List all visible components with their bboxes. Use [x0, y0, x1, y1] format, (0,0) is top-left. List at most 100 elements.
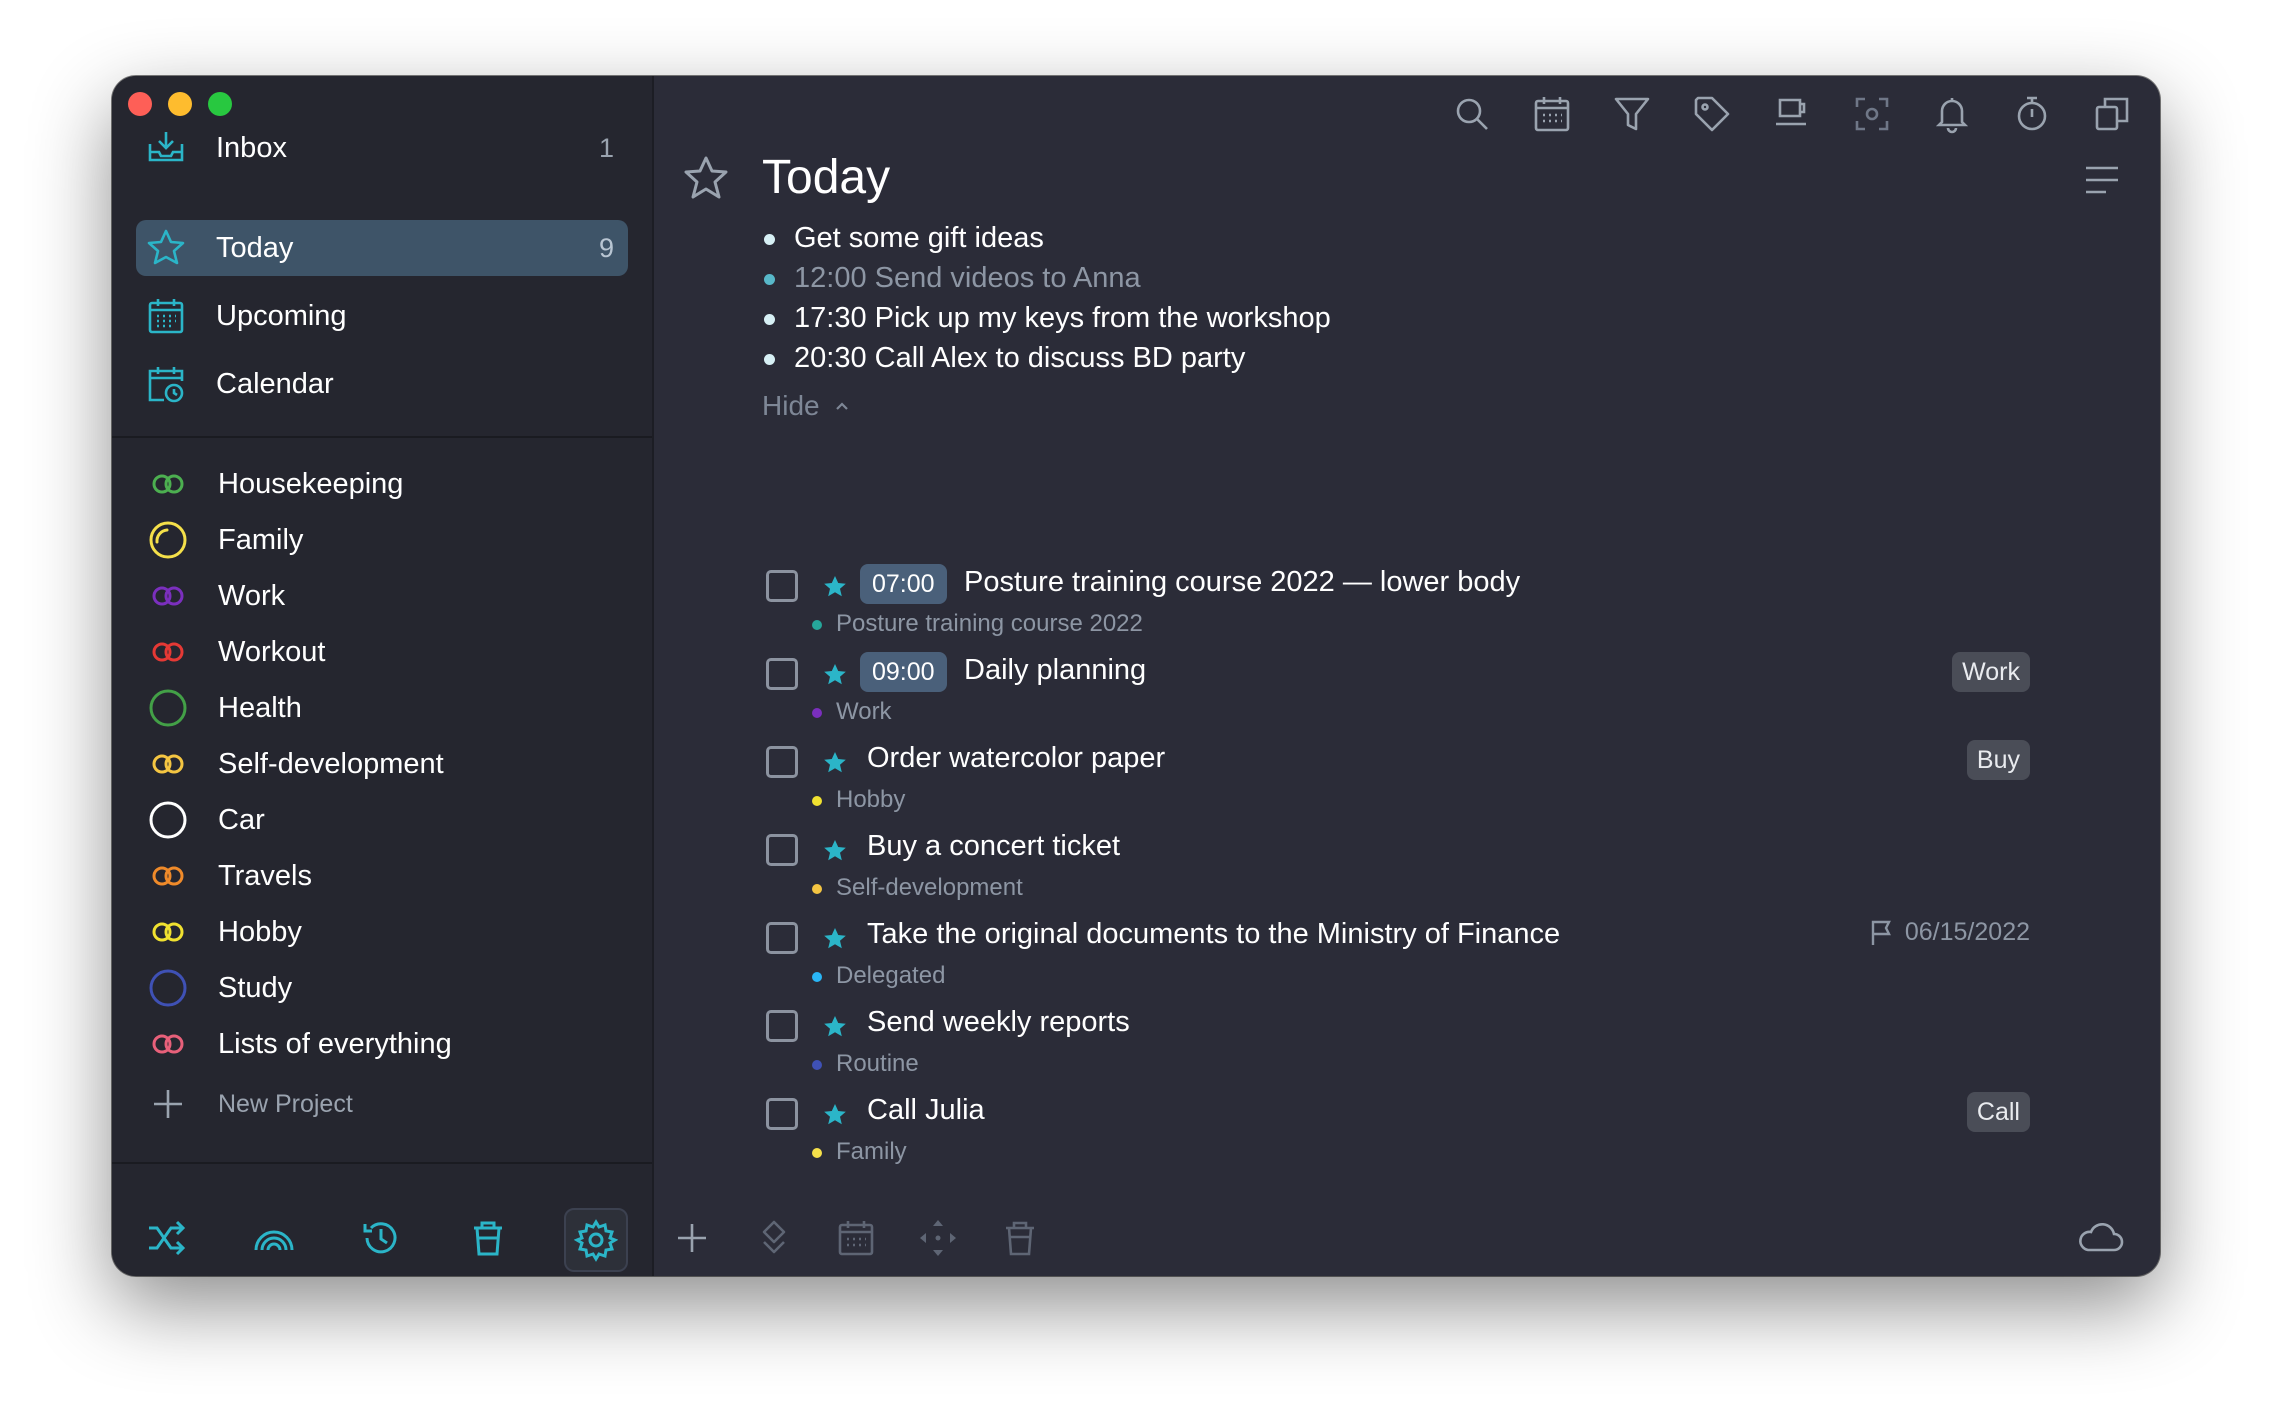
project-circle-icon — [149, 521, 187, 559]
copy-button[interactable] — [2088, 90, 2136, 138]
star-icon[interactable] — [822, 750, 848, 776]
search-icon — [1456, 98, 1488, 130]
cloud-sync-button[interactable] — [2072, 1214, 2128, 1262]
project-rings-icon — [152, 586, 184, 606]
star-icon[interactable] — [822, 662, 848, 688]
bell-icon — [1935, 98, 1969, 134]
due-date-text: 06/15/2022 — [1904, 918, 2030, 946]
project-item[interactable]: Hobby — [148, 908, 302, 956]
close-window-button[interactable] — [128, 92, 152, 116]
sidebar-item-today[interactable]: Today 9 — [136, 220, 628, 276]
project-label: Housekeeping — [218, 467, 404, 500]
add-task-button[interactable] — [668, 1214, 716, 1262]
task-list: 07:00 Posture training course 2022 — lowe… — [654, 476, 2160, 1166]
project-item[interactable]: Lists of everything — [148, 1020, 452, 1068]
project-item[interactable]: Travels — [148, 852, 312, 900]
task-tag[interactable]: Work — [1952, 652, 2030, 692]
sidebar-item-inbox[interactable]: Inbox 1 — [136, 120, 628, 176]
task-title: Posture training course 2022 — lower bod… — [964, 566, 1521, 598]
project-item[interactable]: Family — [148, 516, 303, 564]
star-icon[interactable] — [822, 1014, 848, 1040]
summary-item[interactable]: 20:30 Call Alex to discuss BD party — [764, 340, 1245, 376]
task-project-label: Hobby — [836, 786, 906, 813]
task-tag[interactable]: Call — [1966, 1092, 2030, 1132]
task-project-label: Work — [836, 698, 892, 725]
summary-item[interactable]: 17:30 Pick up my keys from the workshop — [764, 300, 1331, 336]
focus-button[interactable] — [1848, 90, 1896, 138]
project-label: Self-development — [218, 747, 444, 780]
time-badge: 09:00 — [860, 652, 947, 692]
history-button[interactable] — [353, 1210, 409, 1266]
calendar-clock-icon — [148, 367, 184, 403]
star-icon — [147, 229, 185, 265]
task-checkbox[interactable] — [766, 834, 798, 866]
tag-icon — [1694, 96, 1730, 132]
coffee-button[interactable] — [1768, 90, 1816, 138]
schedule-button[interactable] — [832, 1214, 880, 1262]
main-panel: Today Get some gift ideas 12:00 Send vide… — [654, 76, 2160, 1276]
zoom-window-button[interactable] — [208, 92, 232, 116]
calendar-button[interactable] — [1528, 90, 1576, 138]
project-circle-icon — [149, 801, 187, 839]
move-button[interactable] — [750, 1214, 798, 1262]
task-row[interactable]: Take the original documents to the Minis… — [654, 918, 2160, 1010]
star-icon[interactable] — [822, 926, 848, 952]
hide-summary-button[interactable]: Hide — [762, 390, 850, 422]
project-rings-icon — [152, 866, 184, 886]
task-tag[interactable]: Buy — [1966, 740, 2030, 780]
project-item[interactable]: Self-development — [148, 740, 444, 788]
project-item[interactable]: Health — [148, 684, 302, 732]
project-label: Travels — [218, 859, 312, 892]
menu-icon[interactable] — [2082, 160, 2122, 200]
task-checkbox[interactable] — [766, 1098, 798, 1130]
cloud-sync-icon — [2079, 1222, 2124, 1252]
bullet-dot — [764, 314, 775, 325]
minimize-window-button[interactable] — [168, 92, 192, 116]
tag-button[interactable] — [1688, 90, 1736, 138]
task-checkbox[interactable] — [766, 570, 798, 602]
time-badge: 07:00 — [860, 564, 947, 604]
task-checkbox[interactable] — [766, 922, 798, 954]
drag-button[interactable] — [914, 1214, 962, 1262]
notifications-button[interactable] — [1928, 90, 1976, 138]
summary-item[interactable]: Get some gift ideas — [764, 220, 1044, 256]
star-icon[interactable] — [822, 574, 848, 600]
star-icon[interactable] — [822, 1102, 848, 1128]
project-item[interactable]: Study — [148, 964, 292, 1012]
task-row[interactable]: Send weekly reports Routine — [654, 1006, 2160, 1098]
task-project-label: Self-development — [836, 874, 1023, 901]
favorite-star-icon[interactable] — [682, 154, 730, 202]
shuffle-button[interactable] — [139, 1210, 195, 1266]
summary-item[interactable]: 12:00 Send videos to Anna — [764, 260, 1141, 296]
project-item[interactable]: Car — [148, 796, 265, 844]
task-checkbox[interactable] — [766, 1010, 798, 1042]
task-row[interactable]: Call Julia Family Call — [654, 1092, 2160, 1166]
window-controls — [128, 92, 232, 116]
task-checkbox[interactable] — [766, 746, 798, 778]
timer-button[interactable] — [2008, 90, 2056, 138]
new-project-button[interactable]: New Project — [148, 1080, 353, 1128]
task-row[interactable]: Order watercolor paper Hobby Buy — [654, 740, 2160, 834]
sidebar-item-calendar[interactable]: Calendar — [136, 356, 628, 412]
project-circle-icon — [149, 689, 187, 727]
settings-button[interactable] — [564, 1208, 628, 1272]
trash-button[interactable] — [460, 1210, 516, 1266]
task-checkbox[interactable] — [766, 658, 798, 690]
project-item[interactable]: Work — [148, 572, 285, 620]
project-label: Family — [218, 523, 304, 556]
new-project-label: New Project — [218, 1089, 353, 1118]
search-button[interactable] — [1448, 90, 1496, 138]
task-row[interactable]: 09:00 Daily planning Work Work — [654, 652, 2160, 746]
sidebar-item-upcoming[interactable]: Upcoming — [136, 288, 628, 344]
star-icon[interactable] — [822, 838, 848, 864]
task-row[interactable]: Buy a concert ticket Self-development — [654, 830, 2160, 922]
project-label: Workout — [218, 635, 326, 668]
project-item[interactable]: Housekeeping — [148, 460, 403, 508]
delete-button[interactable] — [996, 1214, 1044, 1262]
project-item[interactable]: Workout — [148, 628, 325, 676]
sidebar-divider — [112, 1162, 652, 1164]
rainbow-button[interactable] — [246, 1210, 302, 1266]
filter-button[interactable] — [1608, 90, 1656, 138]
task-row[interactable]: 07:00 Posture training course 2022 — lowe… — [654, 564, 2160, 658]
rainbow-icon — [254, 1230, 294, 1251]
